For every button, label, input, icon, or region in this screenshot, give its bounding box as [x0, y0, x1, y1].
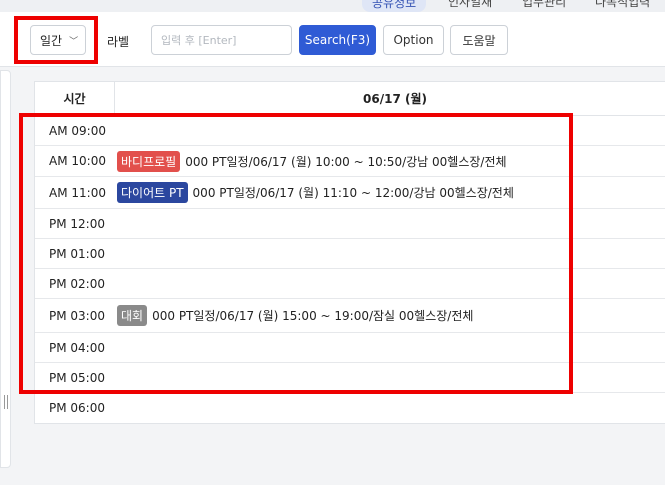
slot-time: AM 10:00 [49, 154, 106, 168]
slot-time: PM 03:00 [49, 308, 105, 323]
slot-time: PM 04:00 [49, 340, 105, 355]
time-slot-row[interactable]: PM 01:00 [35, 239, 665, 269]
time-slot-row[interactable]: PM 03:00 대회 000 PT일정/06/17 (월) 15:00 ~ 1… [35, 299, 665, 333]
time-slot-row[interactable]: AM 09:00 [35, 116, 665, 146]
event-text: 000 PT일정/06/17 (월) 11:10 ~ 12:00/강남 00헬스… [192, 186, 514, 200]
left-side-panel [0, 70, 11, 468]
event-text: 000 PT일정/06/17 (월) 10:00 ~ 10:50/강남 00헬스… [185, 154, 507, 169]
top-navigation: 공유정보 인사일재 업무관리 다목적입력 [0, 0, 665, 12]
nav-tab-work[interactable]: 업무관리 [522, 0, 566, 10]
time-slot-row[interactable]: AM 11:00 다이어트 PT 000 PT일정/06/17 (월) 11:1… [35, 177, 665, 209]
event-label-badge: 바디프로필 [117, 150, 181, 172]
time-column-header: 시간 [35, 82, 115, 115]
time-slot-row[interactable]: PM 04:00 [35, 333, 665, 363]
option-button[interactable]: Option [383, 25, 444, 55]
time-slot-row[interactable]: PM 12:00 [35, 209, 665, 239]
nav-tab-hr[interactable]: 인사일재 [448, 0, 492, 10]
event-label-badge: 대회 [117, 305, 148, 326]
view-select[interactable]: 일간 ﹀ [30, 25, 86, 55]
search-input-placeholder: 입력 후 [Enter] [161, 34, 237, 47]
calendar-event[interactable]: 바디프로필 000 PT일정/06/17 (월) 10:00 ~ 10:50/강… [117, 146, 507, 176]
calendar-event[interactable]: 다이어트 PT 000 PT일정/06/17 (월) 11:10 ~ 12:00… [117, 177, 514, 208]
slot-time: AM 09:00 [49, 123, 106, 138]
nav-tab-shared-info[interactable]: 공유정보 [362, 0, 427, 12]
calendar-header: 시간 06/17 (월) [35, 82, 665, 116]
help-button[interactable]: 도움말 [450, 25, 508, 55]
time-slot-row[interactable]: AM 10:00 바디프로필 000 PT일정/06/17 (월) 10:00 … [35, 146, 665, 177]
date-column-header: 06/17 (월) [363, 92, 427, 106]
slot-time: PM 01:00 [49, 246, 105, 261]
time-slot-row[interactable]: PM 05:00 [35, 363, 665, 393]
time-slot-row[interactable]: PM 06:00 [35, 393, 665, 423]
resize-handle-icon[interactable] [4, 395, 8, 409]
calendar-event[interactable]: 대회 000 PT일정/06/17 (월) 15:00 ~ 19:00/잠실 0… [117, 299, 473, 332]
view-select-value: 일간 [40, 33, 63, 48]
event-text: 000 PT일정/06/17 (월) 15:00 ~ 19:00/잠실 00헬스… [152, 309, 474, 323]
time-slot-row[interactable]: PM 02:00 [35, 269, 665, 299]
label-filter[interactable]: 라벨 [107, 33, 129, 50]
nav-tab-multi-input[interactable]: 다목적입력 [595, 0, 650, 10]
daily-calendar: 시간 06/17 (월) AM 09:00 AM 10:00 바디프로필 000… [34, 81, 665, 424]
slot-time: PM 06:00 [49, 401, 105, 415]
slot-time: AM 11:00 [49, 185, 106, 200]
slot-time: PM 12:00 [49, 216, 105, 231]
chevron-down-icon: ﹀ [69, 36, 79, 47]
slot-time: PM 02:00 [49, 276, 105, 291]
slot-time: PM 05:00 [49, 370, 105, 385]
search-input[interactable]: 입력 후 [Enter] [151, 25, 292, 55]
search-button[interactable]: Search(F3) [299, 25, 376, 55]
event-label-badge: 다이어트 PT [117, 182, 188, 203]
